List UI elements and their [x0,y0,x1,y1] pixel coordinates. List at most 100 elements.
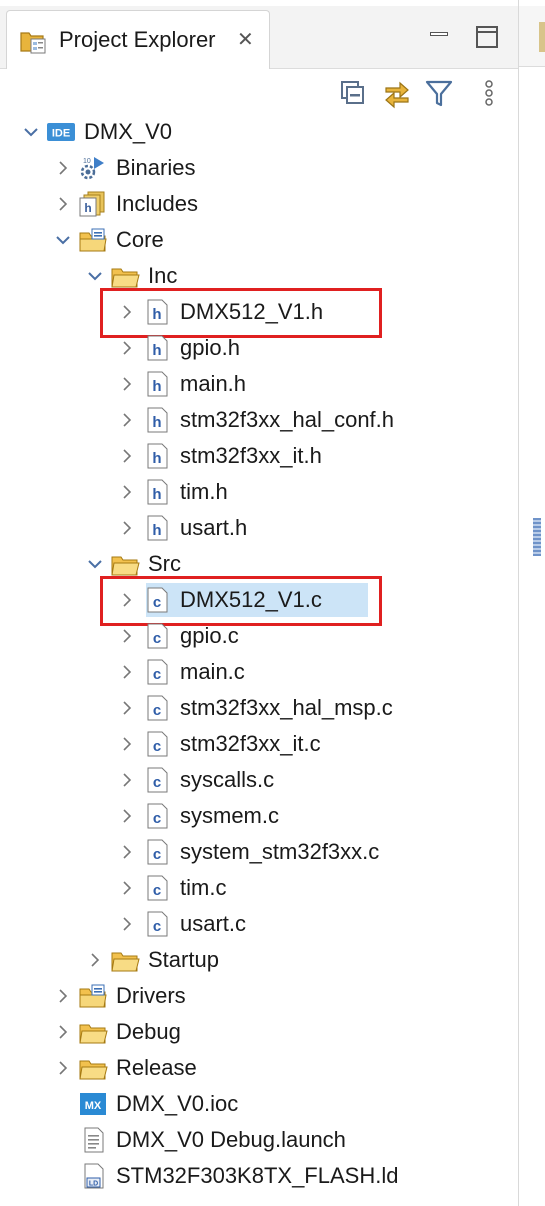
tree-item-ioc[interactable]: MX DMX_V0.ioc [0,1086,518,1122]
chevron-right-icon[interactable] [88,953,102,967]
tree-item-source-file[interactable]: c syscalls.c [0,762,518,798]
tree-item-header-file[interactable]: h stm32f3xx_it.h [0,438,518,474]
tree-item-source-file[interactable]: c gpio.c [0,618,518,654]
tree-item-launch[interactable]: DMX_V0 Debug.launch [0,1122,518,1158]
svg-text:h: h [152,522,161,539]
tree-item-source-file[interactable]: c tim.c [0,870,518,906]
chevron-right-icon[interactable] [120,845,134,859]
tree-item-header-file[interactable]: h main.h [0,366,518,402]
tree-item-label: main.c [180,659,245,684]
tree-item-binaries[interactable]: 10 Binaries [0,150,518,186]
tree-item-source-file[interactable]: c stm32f3xx_it.c [0,726,518,762]
chevron-right-icon[interactable] [120,485,134,499]
editor-area-edge [519,0,545,1206]
tree-item-label: stm32f3xx_it.c [180,731,321,756]
chevron-right-icon[interactable] [120,665,134,679]
chevron-right-icon[interactable] [120,809,134,823]
tab-project-explorer[interactable]: Project Explorer ✕ [6,10,270,69]
tree-item-source-file[interactable]: c usart.c [0,906,518,942]
tree-item-label: Release [116,1055,197,1080]
view-menu-icon[interactable] [480,76,498,110]
ide-project-icon: IDE [46,118,76,146]
folder-icon [78,1018,108,1046]
minimize-icon[interactable] [430,28,450,40]
c-file-icon: c [142,730,172,758]
svg-text:h: h [152,486,161,503]
svg-text:IDE: IDE [52,128,70,140]
tree-item-label: Debug [116,1019,181,1044]
folder-icon [110,946,140,974]
svg-text:10: 10 [83,158,91,165]
tree-item-label: syscalls.c [180,767,275,792]
svg-text:h: h [152,450,161,467]
chevron-right-icon[interactable] [56,989,70,1003]
chevron-right-icon[interactable] [120,629,134,643]
chevron-right-icon[interactable] [120,701,134,715]
tree-item-release[interactable]: Release [0,1050,518,1086]
tree-item-project[interactable]: IDE DMX_V0 [0,114,518,150]
tree-item-source-file[interactable]: c sysmem.c [0,798,518,834]
c-file-icon: c [142,910,172,938]
chevron-right-icon[interactable] [120,521,134,535]
tree-item-core[interactable]: Core [0,222,518,258]
chevron-down-icon[interactable] [88,269,102,283]
svg-text:MX: MX [85,1100,102,1112]
chevron-right-icon[interactable] [120,341,134,355]
tree-item-header-file[interactable]: h tim.h [0,474,518,510]
close-icon[interactable]: ✕ [237,27,254,52]
c-file-icon: c [142,694,172,722]
chevron-down-icon[interactable] [24,125,38,139]
chevron-right-icon[interactable] [56,1025,70,1039]
chevron-down-icon[interactable] [88,557,102,571]
chevron-right-icon[interactable] [120,737,134,751]
header-file-icon: h [142,514,172,542]
tree-item-label: STM32F303K8TX_FLASH.ld [116,1163,399,1188]
collapse-all-icon[interactable] [336,76,370,110]
tree-item-linker-script[interactable]: LD STM32F303K8TX_FLASH.ld [0,1158,518,1194]
svg-text:c: c [153,702,161,719]
tree-item-label: main.h [180,371,247,396]
chevron-right-icon[interactable] [120,413,134,427]
maximize-icon[interactable] [476,26,498,48]
tree-item-label: sysmem.c [180,803,279,828]
chevron-right-icon[interactable] [120,773,134,787]
header-file-icon: h [142,370,172,398]
chevron-right-icon[interactable] [120,881,134,895]
chevron-right-icon[interactable] [120,449,134,463]
c-file-icon: c [142,622,172,650]
folder-icon [78,1054,108,1082]
tree-item-drivers[interactable]: Drivers [0,978,518,1014]
tree-item-debug[interactable]: Debug [0,1014,518,1050]
tree-item-header-file[interactable]: h gpio.h [0,330,518,366]
svg-text:c: c [153,918,161,935]
link-with-editor-icon[interactable] [380,76,414,110]
tree-item-startup[interactable]: Startup [0,942,518,978]
tree-item-source-file[interactable]: c main.c [0,654,518,690]
tree-item-header-file[interactable]: h usart.h [0,510,518,546]
tree-item-header-file[interactable]: h stm32f3xx_hal_conf.h [0,402,518,438]
chevron-right-icon[interactable] [120,917,134,931]
tree-item-label: gpio.h [180,335,240,360]
svg-text:LD: LD [89,1181,98,1188]
tree-item-source-file[interactable]: c system_stm32f3xx.c [0,834,518,870]
tree-item-source-file[interactable]: c stm32f3xx_hal_msp.c [0,690,518,726]
tree-item-label: Drivers [116,983,186,1008]
binaries-icon: 10 [78,154,108,182]
svg-text:c: c [153,774,161,791]
chevron-right-icon[interactable] [56,1061,70,1075]
tree-item-label: usart.h [180,515,248,540]
svg-text:h: h [84,201,91,215]
chevron-right-icon[interactable] [56,161,70,175]
header-file-icon: h [142,406,172,434]
scroll-sash[interactable] [533,518,541,556]
tree-item-includes[interactable]: h Includes [0,186,518,222]
c-file-icon: c [142,802,172,830]
svg-text:c: c [153,738,161,755]
chevron-right-icon[interactable] [56,197,70,211]
includes-icon: h [78,190,108,218]
chevron-right-icon[interactable] [120,377,134,391]
chevron-down-icon[interactable] [56,233,70,247]
filter-icon[interactable] [422,76,456,110]
view-toolbar [0,70,518,116]
project-explorer-icon [17,25,49,57]
